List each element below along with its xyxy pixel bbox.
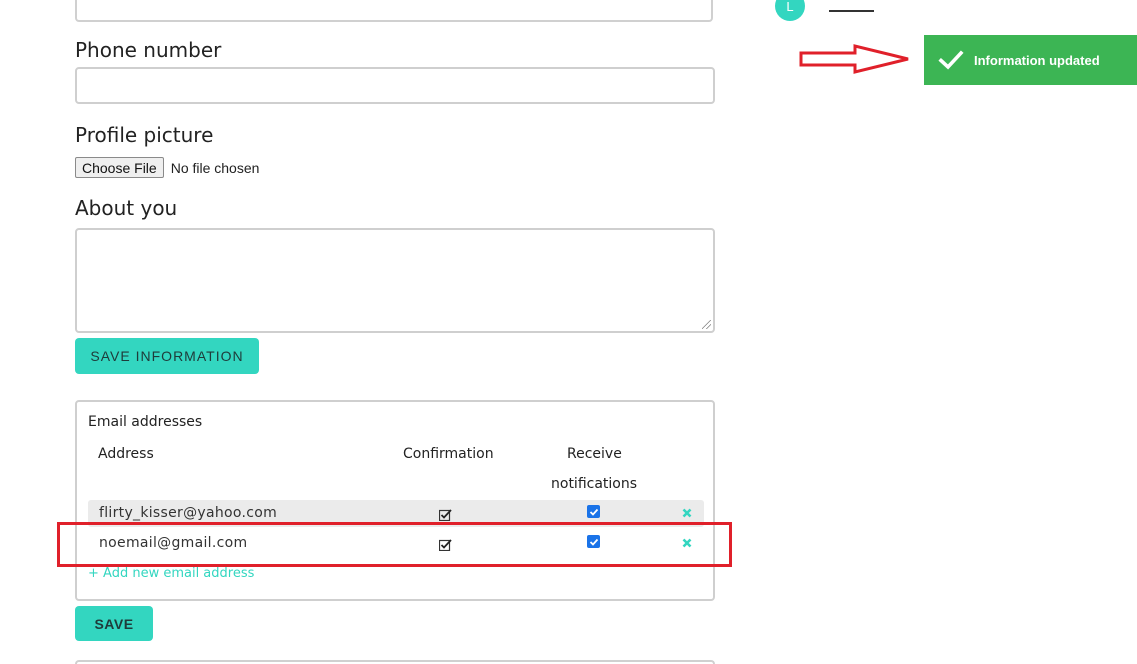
- receive-column-header-line2: notifications: [551, 476, 638, 492]
- user-name-underline[interactable]: [829, 10, 874, 12]
- checkmark-icon: [589, 508, 598, 516]
- email-address-text: flirty_kisser@yahoo.com: [99, 505, 278, 521]
- email-addresses-panel: Email addresses Address Confirmation Rec…: [75, 400, 715, 601]
- profile-picture-label: Profile picture: [75, 123, 214, 147]
- success-toast: Information updated: [924, 35, 1137, 85]
- user-avatar[interactable]: L: [775, 0, 805, 21]
- remove-email-icon[interactable]: [682, 508, 692, 518]
- add-new-email-link[interactable]: + Add new email address: [88, 566, 254, 581]
- save-emails-button[interactable]: SAVE: [75, 606, 153, 641]
- resize-handle-icon[interactable]: [702, 320, 711, 329]
- annotation-highlight-box: [57, 522, 732, 567]
- about-you-textarea[interactable]: [75, 228, 715, 333]
- save-information-button[interactable]: SAVE INFORMATION: [75, 338, 259, 374]
- profile-settings-page: Phone number Profile picture Choose File…: [0, 0, 1137, 664]
- receive-notifications-checkbox[interactable]: [587, 505, 600, 518]
- checkmark-icon: [938, 50, 964, 70]
- profile-picture-file-input: Choose File No file chosen: [75, 157, 259, 178]
- confirmation-column-header: Confirmation: [403, 446, 494, 462]
- next-section-border: [75, 660, 715, 664]
- phone-number-label: Phone number: [75, 38, 222, 62]
- toast-message: Information updated: [974, 52, 1100, 68]
- phone-number-input[interactable]: [75, 67, 715, 104]
- previous-field-input[interactable]: [75, 0, 713, 22]
- address-column-header: Address: [98, 446, 154, 462]
- choose-file-button[interactable]: Choose File: [75, 157, 164, 178]
- confirmed-check-icon: [439, 509, 452, 521]
- email-addresses-title: Email addresses: [88, 414, 203, 430]
- no-file-chosen-text: No file chosen: [170, 159, 260, 176]
- annotation-arrow-icon: [799, 44, 909, 74]
- about-you-label: About you: [75, 196, 178, 220]
- receive-column-header-line1: Receive: [567, 446, 622, 462]
